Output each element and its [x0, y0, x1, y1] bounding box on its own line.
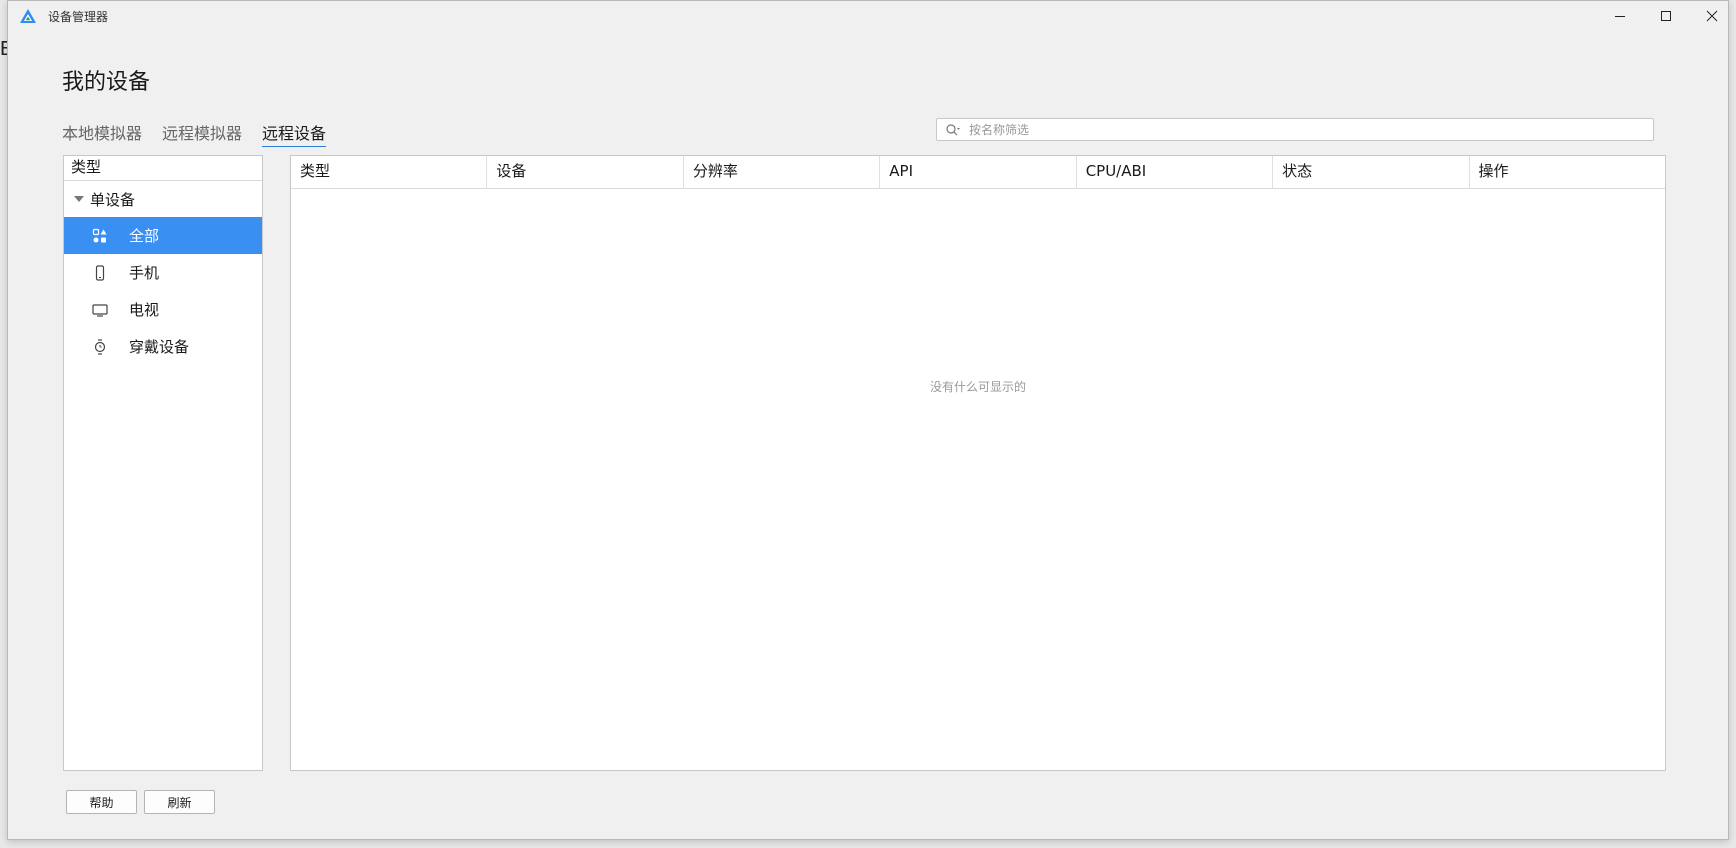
help-button[interactable]: 帮助 [66, 790, 137, 814]
column-header-api[interactable]: API [880, 156, 1077, 188]
minimize-icon [1615, 16, 1625, 17]
tab-remote-emulator[interactable]: 远程模拟器 [162, 120, 242, 147]
title-bar[interactable]: 设备管理器 [8, 1, 1728, 31]
tab-local-emulator[interactable]: 本地模拟器 [62, 120, 142, 147]
sidebar-header: 类型 [64, 156, 262, 181]
maximize-button[interactable] [1643, 1, 1689, 31]
column-header-cpu-abi[interactable]: CPU/ABI [1077, 156, 1274, 188]
search-input[interactable] [967, 121, 1631, 138]
column-header-type[interactable]: 类型 [291, 156, 488, 188]
minimize-button[interactable] [1597, 1, 1643, 31]
tv-icon [90, 300, 110, 320]
sidebar-item-all[interactable]: 全部 [64, 217, 262, 254]
column-header-actions[interactable]: 操作 [1470, 156, 1665, 188]
column-header-resolution[interactable]: 分辨率 [684, 156, 881, 188]
sidebar-item-label: 电视 [129, 301, 160, 319]
caret-down-icon[interactable] [74, 196, 84, 202]
close-icon [1706, 10, 1718, 22]
close-button[interactable] [1689, 1, 1735, 31]
maximize-icon [1661, 11, 1671, 21]
column-header-device[interactable]: 设备 [487, 156, 684, 188]
refresh-button[interactable]: 刷新 [144, 790, 215, 814]
tree-group-label: 单设备 [90, 190, 136, 209]
sidebar-item-wearable[interactable]: 穿戴设备 [64, 328, 262, 365]
app-logo-icon [20, 9, 36, 23]
sidebar-item-label: 穿戴设备 [129, 338, 190, 356]
tab-remote-device[interactable]: 远程设备 [262, 120, 327, 147]
watch-icon [90, 337, 110, 357]
window-title: 设备管理器 [48, 10, 109, 24]
device-tabs: 本地模拟器 远程模拟器 远程设备 [62, 120, 327, 147]
page-title: 我的设备 [62, 70, 151, 95]
grid-icon [90, 226, 110, 246]
tree-group-single-device[interactable]: 单设备 [64, 181, 262, 217]
empty-state-text: 没有什么可显示的 [929, 380, 1026, 394]
device-table: 类型 设备 分辨率 API CPU/ABI 状态 操作 没有什么可显示的 [290, 155, 1666, 771]
sidebar-item-label: 全部 [129, 227, 160, 245]
phone-icon [90, 263, 110, 283]
device-type-sidebar: 类型 单设备 全部 手机 电视 穿戴设备 [63, 155, 263, 771]
table-header: 类型 设备 分辨率 API CPU/ABI 状态 操作 [291, 156, 1665, 189]
sidebar-item-label: 手机 [129, 264, 160, 282]
sidebar-item-tv[interactable]: 电视 [64, 291, 262, 328]
search-box[interactable] [936, 118, 1654, 141]
sidebar-item-phone[interactable]: 手机 [64, 254, 262, 291]
search-icon[interactable] [943, 120, 963, 140]
column-header-status[interactable]: 状态 [1273, 156, 1470, 188]
